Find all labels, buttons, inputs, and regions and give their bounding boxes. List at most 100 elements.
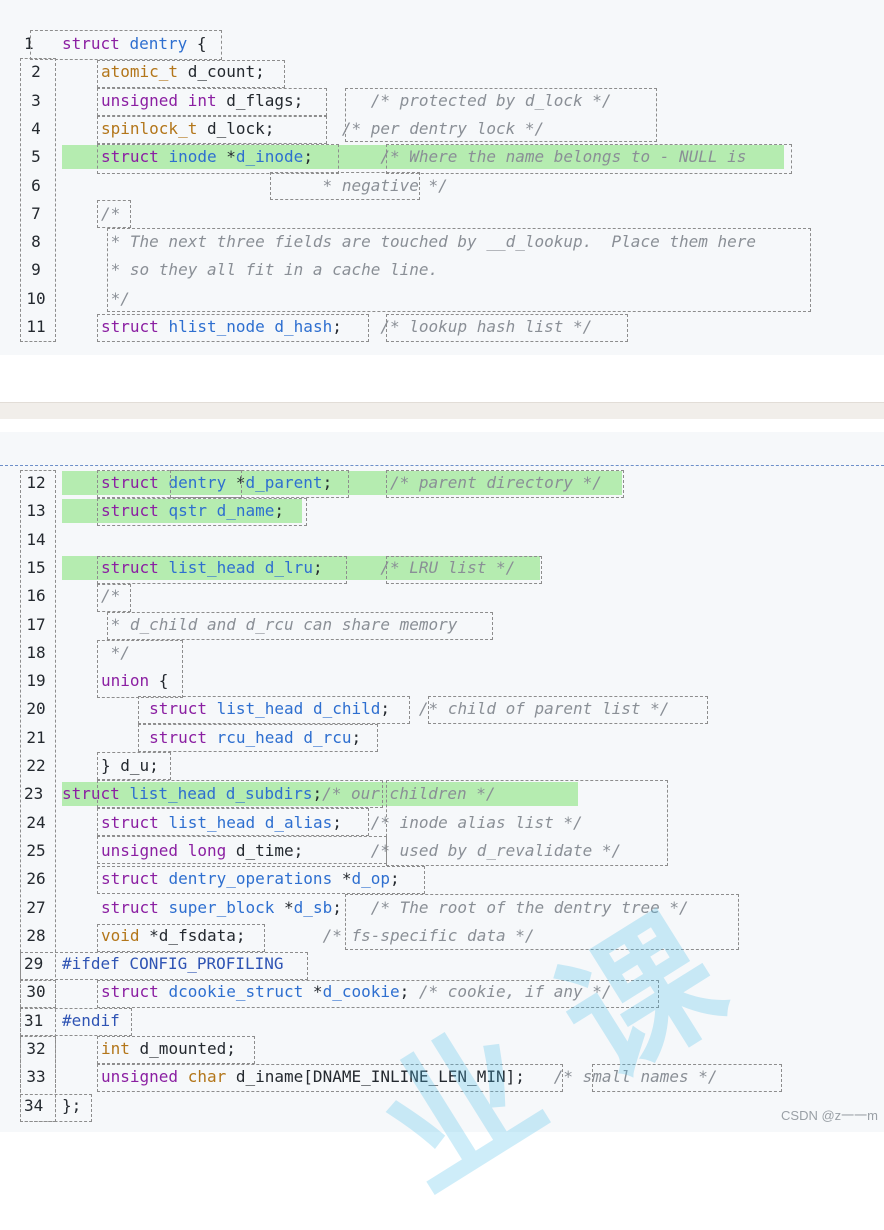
line-number: 33 xyxy=(26,1067,46,1087)
code-token: struct xyxy=(149,727,207,747)
code-line: 7 /* xyxy=(0,200,884,228)
code-token: /* parent directory */ xyxy=(390,473,602,492)
code-token: struct xyxy=(101,473,159,492)
code-token: void xyxy=(101,925,140,945)
code-token: /* our children */ xyxy=(322,784,496,804)
code-text: }; xyxy=(62,1092,81,1120)
code-token: d_sb xyxy=(293,897,333,917)
code-line: 29 #ifdef CONFIG_PROFILING xyxy=(0,950,884,978)
code-text: } d_u; xyxy=(101,752,159,780)
code-token: struct xyxy=(101,869,159,889)
code-text: struct hlist_node d_hash; /* lookup hash… xyxy=(101,313,592,341)
code-token: struct xyxy=(101,557,159,577)
code-token: struct xyxy=(101,812,159,832)
code-token: d_name xyxy=(216,501,275,521)
code-token: * xyxy=(216,147,236,167)
code-text: /* xyxy=(101,200,120,228)
code-line: 3 unsigned int d_flags; /* protected by d… xyxy=(0,87,884,115)
code-token: ; xyxy=(312,557,381,577)
code-text: unsigned long d_time; /* used by d_reval… xyxy=(101,837,621,865)
code-token: atomic_t xyxy=(101,62,179,82)
code-token: d_subdirs xyxy=(225,784,313,804)
code-token: /* child of parent list */ xyxy=(418,699,670,719)
code-token: d_child xyxy=(312,699,381,719)
code-text: struct list_head d_lru; /* LRU list */ xyxy=(101,554,515,582)
code-token: * xyxy=(274,897,294,917)
code-token: /* xyxy=(101,586,121,606)
code-token: int xyxy=(187,90,217,110)
code-token: d_alias xyxy=(264,812,333,832)
code-line: 20 struct list_head d_child; /* child of… xyxy=(0,695,884,723)
code-token: /* lookup hash list */ xyxy=(380,317,593,336)
code-token: /* small names */ xyxy=(553,1067,718,1087)
line-number: 3 xyxy=(31,90,41,110)
code-line: 27 struct super_block *d_sb; /* The root … xyxy=(0,894,884,922)
code-line: 12 struct dentry *d_parent; /* parent dir… xyxy=(0,469,884,497)
code-token: d_parent xyxy=(245,473,323,492)
code-token: * so they all fit in a cache line. xyxy=(101,260,439,280)
code-line: 15 struct list_head d_lru; /* LRU list */ xyxy=(0,554,884,582)
code-token: ; xyxy=(312,784,323,804)
code-token: ; xyxy=(380,699,419,719)
code-line: 13 struct qstr d_name; xyxy=(0,497,884,525)
code-token: ; xyxy=(332,317,381,336)
code-text: struct list_head d_child; /* child of pa… xyxy=(101,695,669,723)
line-number: 30 xyxy=(26,982,46,1002)
code-token: * xyxy=(303,982,323,1002)
code-line: 32 int d_mounted; xyxy=(0,1035,884,1063)
code-line: 17 * d_child and d_rcu can share memory xyxy=(0,611,884,639)
code-token: *d_fsdata; xyxy=(139,925,323,945)
line-number: 7 xyxy=(31,203,41,223)
line-number: 14 xyxy=(26,529,46,549)
code-line: 6 * negative */ xyxy=(0,172,884,200)
line-number: 24 xyxy=(26,812,46,832)
code-token: /* fs-specific data */ xyxy=(322,925,535,945)
line-number: 32 xyxy=(26,1039,46,1058)
line-number: 16 xyxy=(26,586,46,606)
code-token: unsigned xyxy=(101,840,179,860)
line-number: 8 xyxy=(31,232,41,252)
code-line: 14 xyxy=(0,526,884,554)
code-token: * d_child and d_rcu can share memory xyxy=(101,614,458,634)
code-token: /* Where the name belongs to - NULL is xyxy=(380,147,747,167)
code-text: */ xyxy=(101,285,130,313)
code-token: d_flags; xyxy=(216,90,371,110)
code-line: 4 spinlock_t d_lock; /* per dentry lock *… xyxy=(0,115,884,143)
code-token: char xyxy=(187,1067,227,1087)
code-token: #endif xyxy=(62,1010,120,1030)
code-text: struct list_head d_subdirs;/* our childr… xyxy=(62,780,496,808)
line-number: 9 xyxy=(31,260,41,280)
code-token: spinlock_t xyxy=(101,118,198,138)
code-token: d_iname[DNAME_INLINE_LEN_MIN]; xyxy=(226,1067,554,1087)
code-line: 24 struct list_head d_alias; /* inode ali… xyxy=(0,809,884,837)
line-number: 27 xyxy=(26,897,46,917)
code-token: ; xyxy=(332,897,371,917)
panel-separator xyxy=(0,402,884,419)
line-number: 22 xyxy=(26,756,46,775)
code-token: d_time; xyxy=(226,840,371,860)
code-line: 26 struct dentry_operations *d_op; xyxy=(0,865,884,893)
line-number: 23 xyxy=(24,784,44,804)
line-number: 29 xyxy=(24,954,44,974)
code-line: 31 #endif xyxy=(0,1007,884,1035)
code-token: struct xyxy=(62,34,130,53)
code-panel-bottom: 12 struct dentry *d_parent; /* parent dir… xyxy=(0,432,884,1132)
code-token: ; xyxy=(399,982,419,1002)
code-line: 2 atomic_t d_count; xyxy=(0,58,884,86)
code-line: 11 struct hlist_node d_hash; /* lookup ha… xyxy=(0,313,884,341)
code-text: * so they all fit in a cache line. xyxy=(101,256,439,284)
code-token: d_count; xyxy=(178,62,265,82)
code-token: union xyxy=(101,671,150,691)
code-token: dentry_operations xyxy=(168,869,333,889)
